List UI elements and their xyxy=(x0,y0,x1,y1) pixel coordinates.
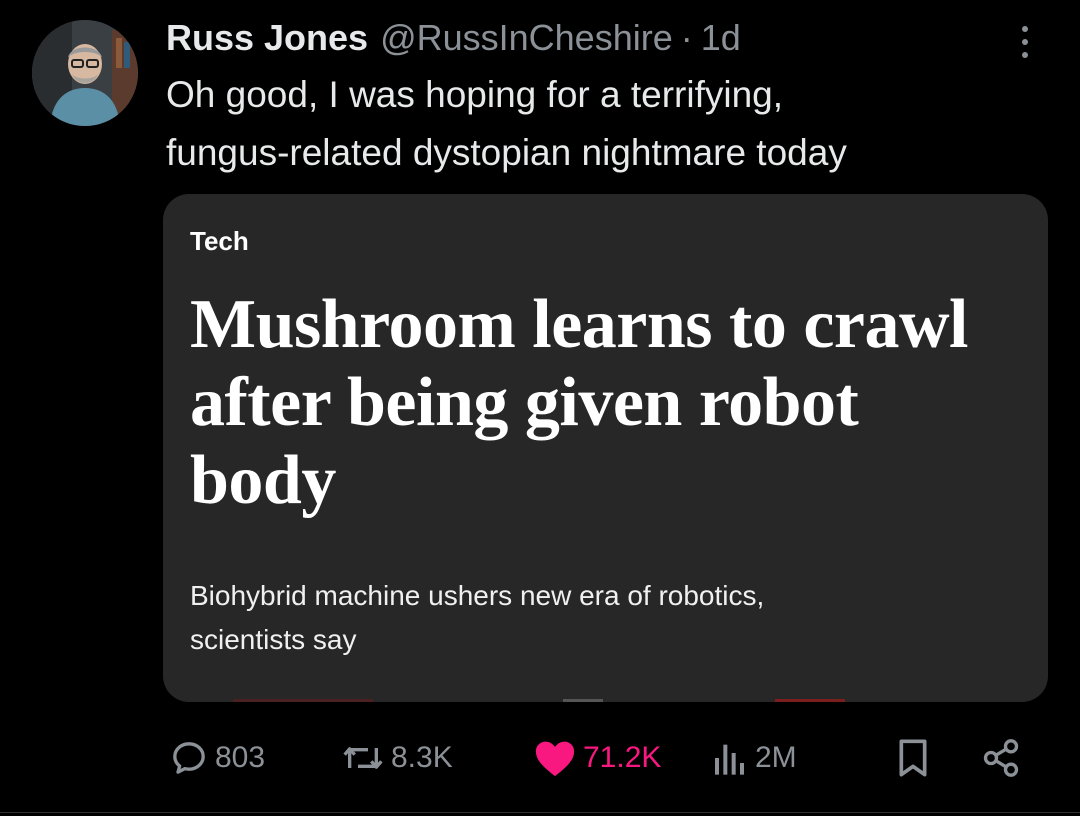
avatar[interactable] xyxy=(32,20,138,126)
repost-count: 8.3K xyxy=(391,741,453,774)
divider xyxy=(0,812,1080,813)
like-count: 71.2K xyxy=(583,741,662,774)
bookmark-icon xyxy=(899,739,927,777)
card-subtitle-line: scientists say xyxy=(190,624,357,655)
tweet-action-bar: 803 8.3K 71.2K 2M xyxy=(163,730,1033,786)
separator-dot: · xyxy=(680,17,693,58)
avatar-photo xyxy=(32,20,138,126)
tweet-text-line: fungus-related dystopian nightmare today xyxy=(166,132,847,173)
tweet-timestamp[interactable]: 1d xyxy=(701,17,741,59)
card-image-edge xyxy=(233,699,373,702)
tweet-text: Oh good, I was hoping for a terrifying, … xyxy=(166,66,1026,182)
repost-button[interactable]: 8.3K xyxy=(341,730,453,786)
reply-icon xyxy=(173,742,205,774)
more-dot xyxy=(1022,26,1028,32)
more-dot xyxy=(1022,39,1028,45)
card-image-edge xyxy=(563,699,603,702)
heart-icon xyxy=(535,741,575,777)
card-headline: Mushroom learns to crawl after being giv… xyxy=(190,286,1040,520)
card-headline-line: Mushroom learns to crawl xyxy=(190,286,969,363)
card-image-edge xyxy=(775,699,845,702)
more-dot xyxy=(1022,52,1028,58)
card-headline-line: body xyxy=(190,442,336,519)
author-name[interactable]: Russ Jones xyxy=(166,17,368,59)
share-icon xyxy=(983,739,1019,777)
tweet-text-line: Oh good, I was hoping for a terrifying, xyxy=(166,74,784,115)
link-preview-card[interactable]: Tech Mushroom learns to crawl after bein… xyxy=(163,194,1048,702)
card-subtitle: Biohybrid machine ushers new era of robo… xyxy=(190,574,1010,662)
share-button[interactable] xyxy=(981,730,1027,786)
tweet-header: Russ Jones @RussInCheshire · 1d xyxy=(166,14,741,62)
bookmark-button[interactable] xyxy=(895,730,937,786)
views-icon xyxy=(715,744,744,775)
views-button[interactable]: 2M xyxy=(711,730,797,786)
card-headline-line: after being given robot xyxy=(190,364,859,441)
repost-icon xyxy=(343,747,383,769)
author-handle[interactable]: @RussInCheshire xyxy=(380,17,673,59)
reply-count: 803 xyxy=(215,741,266,774)
more-options-icon[interactable] xyxy=(1010,22,1040,62)
like-button[interactable]: 71.2K xyxy=(533,730,661,786)
views-count: 2M xyxy=(755,741,797,774)
card-category: Tech xyxy=(190,226,249,256)
card-subtitle-line: Biohybrid machine ushers new era of robo… xyxy=(190,580,765,611)
reply-button[interactable]: 803 xyxy=(169,730,265,786)
